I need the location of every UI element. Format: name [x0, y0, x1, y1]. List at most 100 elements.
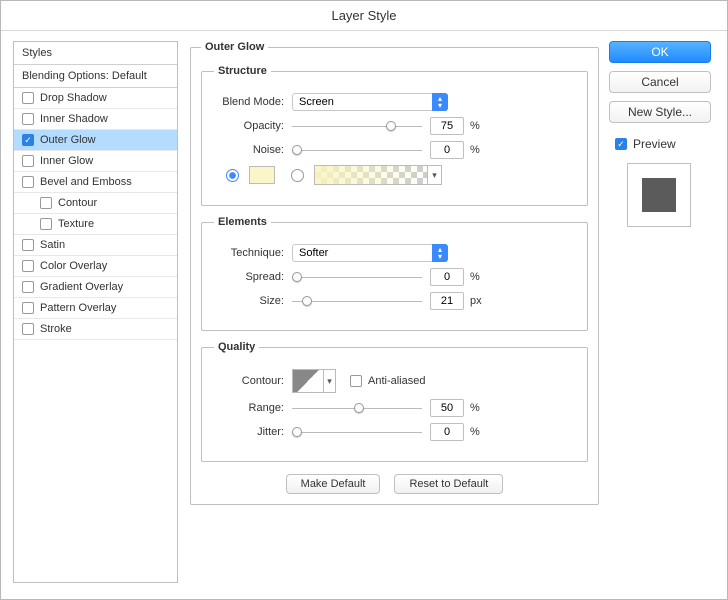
new-style-button[interactable]: New Style...	[609, 101, 711, 123]
technique-value[interactable]	[292, 244, 448, 262]
size-slider[interactable]	[292, 294, 422, 308]
range-unit: %	[470, 402, 480, 414]
size-unit: px	[470, 295, 482, 307]
style-item-satin[interactable]: Satin	[14, 235, 177, 256]
style-checkbox[interactable]	[22, 302, 34, 314]
reset-default-button[interactable]: Reset to Default	[394, 474, 503, 494]
style-item-drop-shadow[interactable]: Drop Shadow	[14, 88, 177, 109]
style-item-stroke[interactable]: Stroke	[14, 319, 177, 340]
blend-mode-value[interactable]	[292, 93, 448, 111]
noise-input[interactable]	[430, 141, 464, 159]
color-radio[interactable]	[226, 169, 239, 182]
preview-checkbox[interactable]	[615, 138, 627, 150]
style-item-bevel-and-emboss[interactable]: Bevel and Emboss	[14, 172, 177, 193]
style-checkbox[interactable]	[22, 323, 34, 335]
chevron-down-icon[interactable]: ▾	[427, 166, 441, 184]
chevron-down-icon[interactable]: ▾	[323, 370, 335, 392]
style-item-pattern-overlay[interactable]: Pattern Overlay	[14, 298, 177, 319]
style-checkbox[interactable]	[22, 113, 34, 125]
default-buttons-row: Make Default Reset to Default	[201, 474, 588, 494]
spread-slider[interactable]	[292, 270, 422, 284]
jitter-unit: %	[470, 426, 480, 438]
style-item-texture[interactable]: Texture	[14, 214, 177, 235]
range-slider[interactable]	[292, 401, 422, 415]
outer-glow-group: Outer Glow Structure Blend Mode: ▴▾ Opac…	[190, 41, 599, 505]
jitter-label: Jitter:	[214, 426, 292, 438]
structure-legend: Structure	[214, 65, 271, 77]
range-input[interactable]	[430, 399, 464, 417]
jitter-input[interactable]	[430, 423, 464, 441]
noise-slider[interactable]	[292, 143, 422, 157]
style-label: Color Overlay	[40, 260, 107, 272]
blending-options-row[interactable]: Blending Options: Default	[14, 65, 177, 88]
chevron-updown-icon[interactable]: ▴▾	[432, 244, 448, 262]
technique-label: Technique:	[214, 247, 292, 259]
quality-legend: Quality	[214, 341, 259, 353]
gradient-select[interactable]: ▾	[314, 165, 442, 185]
styles-header[interactable]: Styles	[14, 42, 177, 65]
noise-label: Noise:	[214, 144, 292, 156]
style-label: Bevel and Emboss	[40, 176, 132, 188]
style-checkbox[interactable]	[22, 176, 34, 188]
color-swatch[interactable]	[249, 166, 275, 184]
size-input[interactable]	[430, 292, 464, 310]
range-label: Range:	[214, 402, 292, 414]
jitter-slider[interactable]	[292, 425, 422, 439]
layer-style-dialog: Layer Style Styles Blending Options: Def…	[0, 0, 728, 600]
style-checkbox[interactable]	[22, 134, 34, 146]
style-item-gradient-overlay[interactable]: Gradient Overlay	[14, 277, 177, 298]
style-item-outer-glow[interactable]: Outer Glow	[14, 130, 177, 151]
technique-select[interactable]: ▴▾	[292, 244, 448, 262]
ok-button[interactable]: OK	[609, 41, 711, 63]
center-panel: Outer Glow Structure Blend Mode: ▴▾ Opac…	[178, 41, 605, 583]
noise-unit: %	[470, 144, 480, 156]
style-checkbox[interactable]	[40, 197, 52, 209]
style-checkbox[interactable]	[22, 92, 34, 104]
size-label: Size:	[214, 295, 292, 307]
styles-list: Drop Shadow Inner Shadow Outer Glow Inner G…	[14, 88, 177, 340]
style-label: Satin	[40, 239, 65, 251]
spread-input[interactable]	[430, 268, 464, 286]
style-item-color-overlay[interactable]: Color Overlay	[14, 256, 177, 277]
style-label: Contour	[58, 197, 97, 209]
opacity-input[interactable]	[430, 117, 464, 135]
antialiased-label: Anti-aliased	[368, 375, 425, 387]
style-label: Outer Glow	[40, 134, 96, 146]
right-panel: OK Cancel New Style... Preview	[605, 41, 715, 583]
style-checkbox[interactable]	[22, 239, 34, 251]
dialog-title: Layer Style	[1, 1, 727, 31]
style-item-contour[interactable]: Contour	[14, 193, 177, 214]
style-checkbox[interactable]	[40, 218, 52, 230]
style-label: Pattern Overlay	[40, 302, 116, 314]
chevron-updown-icon[interactable]: ▴▾	[432, 93, 448, 111]
group-legend: Outer Glow	[201, 41, 268, 53]
quality-group: Quality Contour: ▾ Anti-aliased Range:	[201, 341, 588, 462]
style-checkbox[interactable]	[22, 155, 34, 167]
contour-swatch[interactable]	[293, 370, 323, 392]
antialiased-checkbox[interactable]	[350, 375, 362, 387]
style-item-inner-shadow[interactable]: Inner Shadow	[14, 109, 177, 130]
make-default-button[interactable]: Make Default	[286, 474, 381, 494]
spread-unit: %	[470, 271, 480, 283]
style-checkbox[interactable]	[22, 281, 34, 293]
style-item-inner-glow[interactable]: Inner Glow	[14, 151, 177, 172]
dialog-content: Styles Blending Options: Default Drop Sh…	[1, 31, 727, 600]
opacity-slider[interactable]	[292, 119, 422, 133]
style-checkbox[interactable]	[22, 260, 34, 272]
cancel-button[interactable]: Cancel	[609, 71, 711, 93]
preview-box	[627, 163, 691, 227]
blend-mode-select[interactable]: ▴▾	[292, 93, 448, 111]
gradient-radio[interactable]	[291, 169, 304, 182]
structure-group: Structure Blend Mode: ▴▾ Opacity:	[201, 65, 588, 206]
contour-label: Contour:	[214, 375, 292, 387]
style-label: Gradient Overlay	[40, 281, 123, 293]
style-label: Drop Shadow	[40, 92, 107, 104]
contour-picker[interactable]: ▾	[292, 369, 336, 393]
preview-swatch	[642, 178, 676, 212]
elements-legend: Elements	[214, 216, 271, 228]
spread-label: Spread:	[214, 271, 292, 283]
opacity-unit: %	[470, 120, 480, 132]
style-label: Stroke	[40, 323, 72, 335]
style-label: Inner Shadow	[40, 113, 108, 125]
gradient-swatch[interactable]	[315, 166, 427, 184]
